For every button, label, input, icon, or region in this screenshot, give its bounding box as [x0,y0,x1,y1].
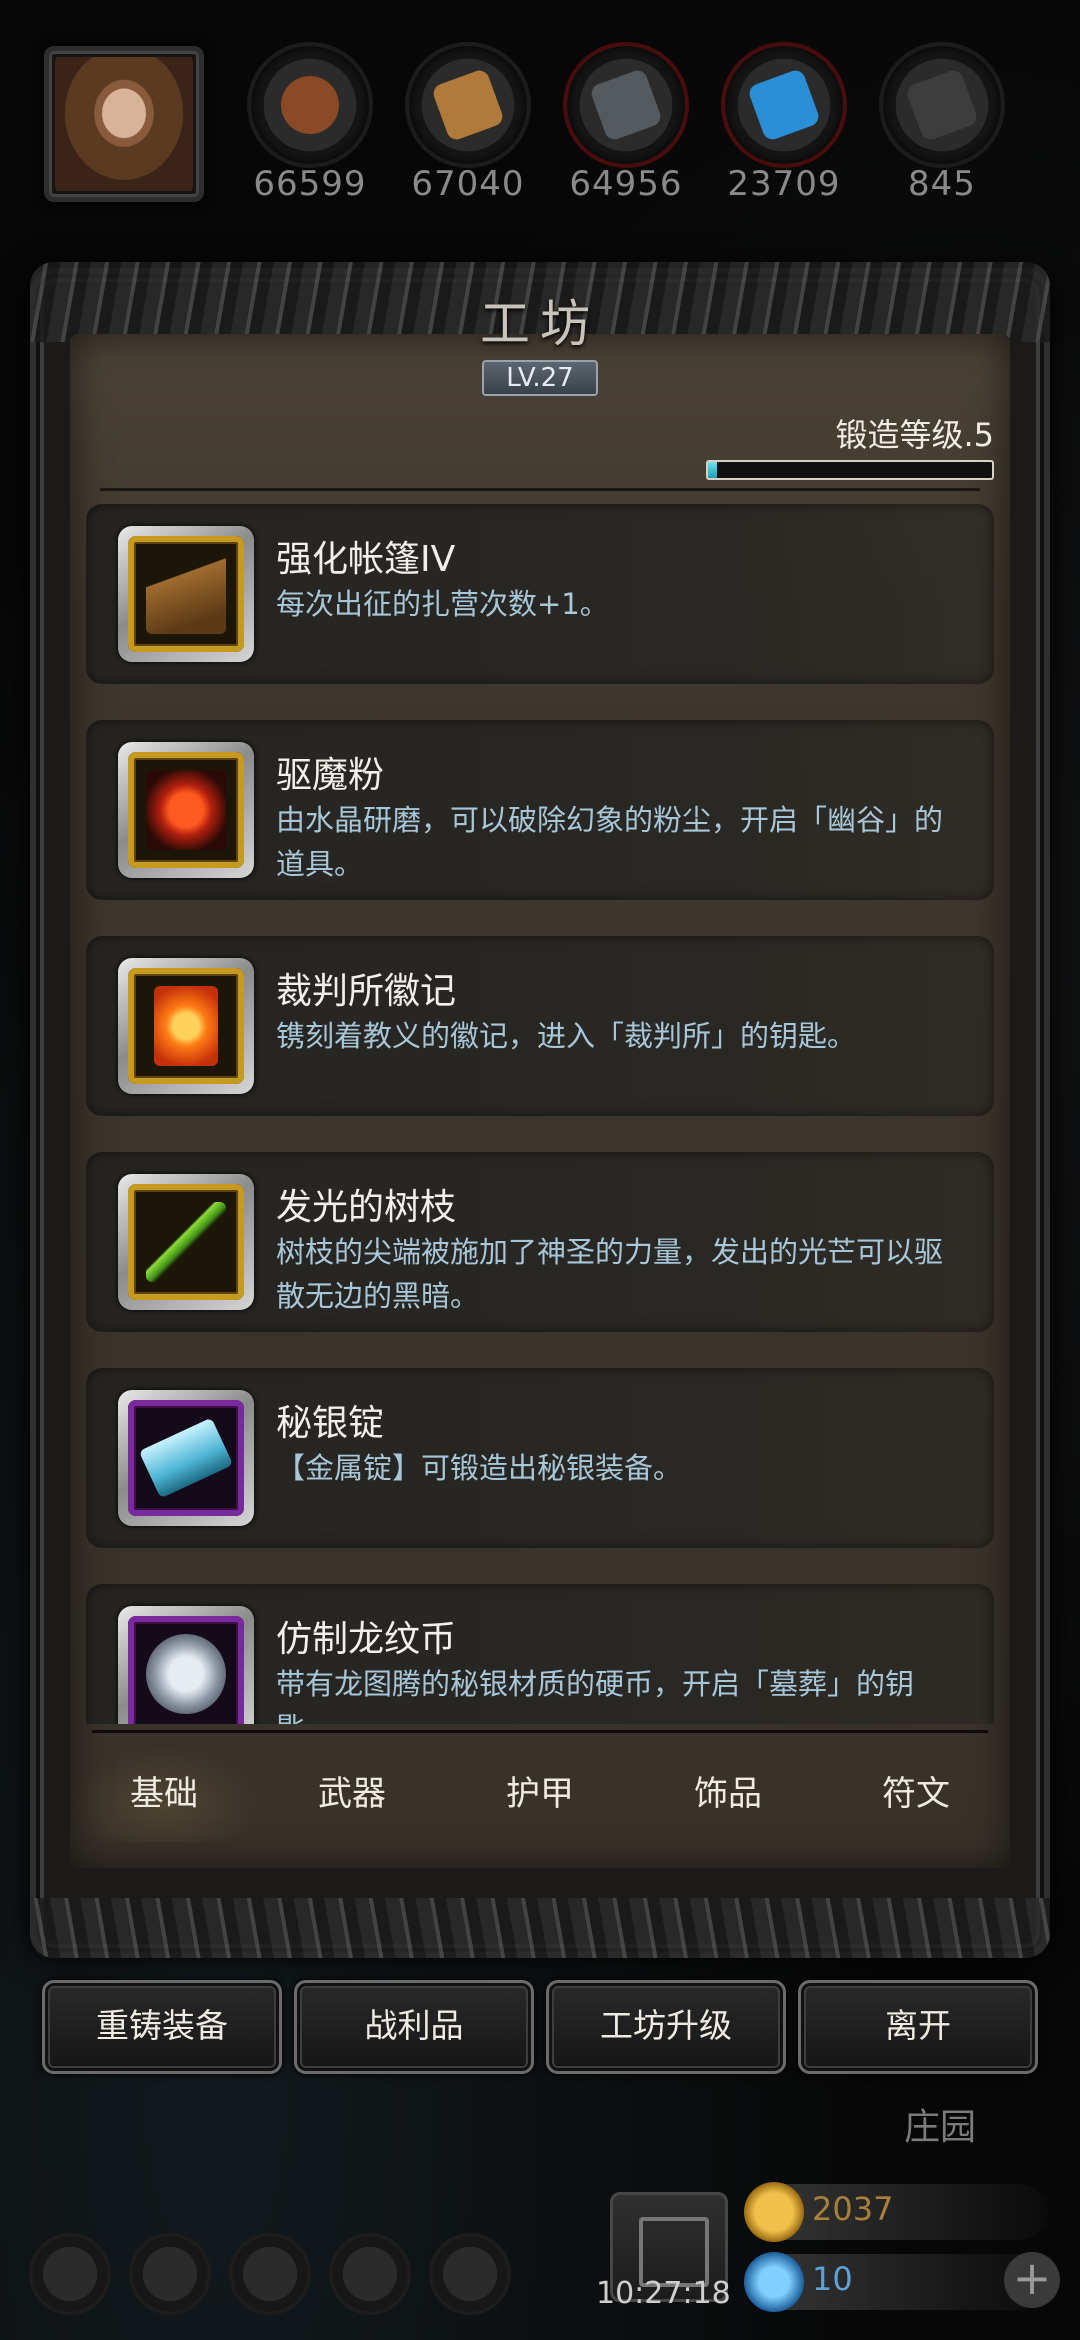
item-name: 驱魔粉 [276,755,385,796]
star-icon[interactable] [132,2236,208,2312]
emblem-icon [154,986,218,1066]
item-slot [118,1390,254,1526]
glowing-branch-icon [146,1202,226,1282]
clock-display: 10:27:18 [596,2276,731,2311]
resource-plank-value: 67040 [411,164,525,204]
forge-progress-fill [708,462,717,478]
forge-progress-bar [706,460,994,480]
item-desc: 树枝的尖端被施加了神圣的力量，发出的光芒可以驱散无边的黑暗。 [276,1235,944,1313]
tent-icon [146,554,226,634]
item-desc: 每次出征的扎营次数+1。 [276,587,609,621]
reforge-equipment-button[interactable]: 重铸装备 [42,1980,282,2074]
avatar-portrait [55,57,193,191]
blue-gem-icon [744,2252,804,2312]
gold-coin-icon [744,2182,804,2242]
workshop-upgrade-button[interactable]: 工坊升级 [546,1980,786,2074]
item-desc: 镌刻着教义的徽记，进入「裁判所」的钥匙。 [276,1019,857,1053]
item-desc: 由水晶研磨，可以破除幻象的粉尘，开启「幽谷」的道具。 [276,803,944,881]
workshop-panel: 工坊 LV.27 锻造等级.5 强化帐篷IV 每次出征的扎营次数+1。 驱魔粉 … [30,262,1050,1958]
item-list[interactable]: 强化帐篷IV 每次出征的扎营次数+1。 驱魔粉 由水晶研磨，可以破除幻象的粉尘，… [86,504,994,1724]
estate-label[interactable]: 庄园 [904,2098,976,2150]
tab-basic[interactable]: 基础 [70,1746,258,1842]
plank-icon [409,46,527,164]
resource-iron[interactable]: 64956 [566,46,686,204]
dragon-coin-icon [146,1634,226,1714]
resource-wood-value: 66599 [253,164,367,204]
panel-ornament-bottom [30,1898,1050,1958]
list-item[interactable]: 裁判所徽记 镌刻着教义的徽记，进入「裁判所」的钥匙。 [86,936,994,1116]
item-desc: 带有龙图腾的秘银材质的硬币，开启「墓葬」的钥匙。 [276,1667,915,1724]
item-slot [118,1606,254,1724]
tab-runes[interactable]: 符文 [822,1746,1010,1842]
tabs-divider [92,1730,988,1733]
avatar[interactable] [44,46,204,202]
resource-iron-value: 64956 [569,164,683,204]
gem-counter: 10 [744,2252,1048,2312]
leave-button[interactable]: 离开 [798,1980,1038,2074]
item-name: 发光的树枝 [276,1187,457,1228]
gem-value: 10 [812,2260,853,2298]
item-name: 秘银锭 [276,1403,385,1444]
tab-weapons[interactable]: 武器 [258,1746,446,1842]
list-item[interactable]: 强化帐篷IV 每次出征的扎营次数+1。 [86,504,994,684]
item-slot [118,526,254,662]
resource-plank[interactable]: 67040 [408,46,528,204]
mail-icon[interactable] [332,2236,408,2312]
page-title: 工坊 [480,295,600,353]
item-name: 强化帐篷IV [276,539,456,580]
item-desc: 【金属锭】可锻造出秘银装备。 [276,1451,683,1485]
mithril-ingot-icon [138,1417,234,1499]
tab-accessories[interactable]: 饰品 [634,1746,822,1842]
resource-crystal-value: 23709 [727,164,841,204]
item-slot [118,958,254,1094]
crystal-icon [725,46,843,164]
red-powder-icon [146,770,226,850]
list-item[interactable]: 驱魔粉 由水晶研磨，可以破除幻象的粉尘，开启「幽谷」的道具。 [86,720,994,900]
settings-gear-icon[interactable] [32,2236,108,2312]
workshop-level-badge: LV.27 [482,360,598,396]
gold-counter: 2037 [744,2182,1048,2242]
forge-level-label: 锻造等级.5 [835,416,994,454]
loot-button[interactable]: 战利品 [294,1980,534,2074]
gold-value: 2037 [812,2190,894,2228]
item-slot [118,1174,254,1310]
list-item[interactable]: 仿制龙纹币 带有龙图腾的秘银材质的硬币，开启「墓葬」的钥匙。 [86,1584,994,1724]
resource-crystal[interactable]: 23709 [724,46,844,204]
divider [100,488,980,491]
item-name: 裁判所徽记 [276,971,457,1012]
dark-ingot-icon [883,46,1001,164]
category-tabs: 基础 武器 护甲 饰品 符文 [70,1746,1010,1842]
resource-wood[interactable]: 66599 [250,46,370,204]
iron-ingot-icon [567,46,685,164]
tab-armor[interactable]: 护甲 [446,1746,634,1842]
resource-dark-ingot[interactable]: 845 [882,46,1002,204]
list-item[interactable]: 发光的树枝 树枝的尖端被施加了神圣的力量，发出的光芒可以驱散无边的黑暗。 [86,1152,994,1332]
item-name: 仿制龙纹币 [276,1619,457,1660]
scroll-icon[interactable] [232,2236,308,2312]
item-slot [118,742,254,878]
list-item[interactable]: 秘银锭 【金属锭】可锻造出秘银装备。 [86,1368,994,1548]
wood-log-icon [251,46,369,164]
shop-icon[interactable] [432,2236,508,2312]
resource-dark-ingot-value: 845 [908,164,976,204]
add-currency-button[interactable]: + [1004,2252,1060,2308]
